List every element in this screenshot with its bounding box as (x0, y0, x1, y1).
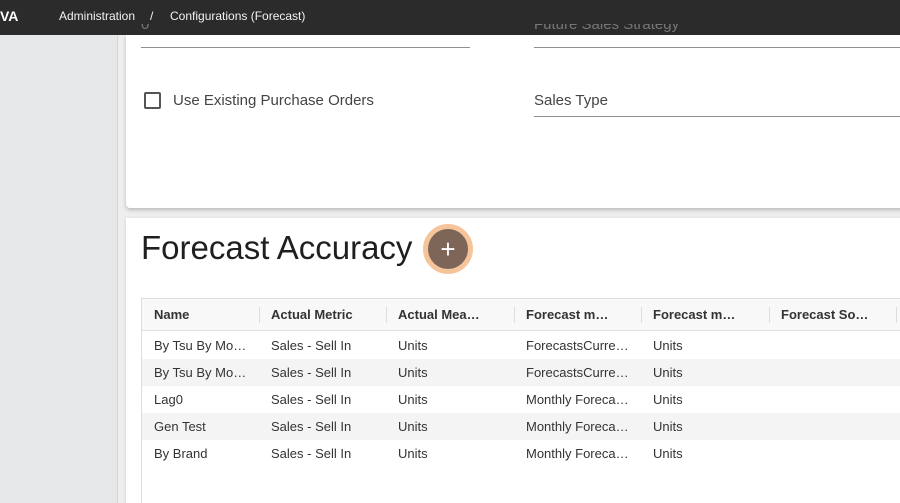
cell-forecast-metric: ForecastsCurre… (526, 365, 629, 380)
column-header-actual-measure[interactable]: Actual Mea… (398, 299, 508, 331)
breadcrumb-administration[interactable]: Administration (59, 9, 135, 23)
cell-actual-measure: Units (398, 446, 428, 461)
forecast-accuracy-table: Name Actual Metric Actual Mea… Forecast … (141, 298, 900, 503)
cell-forecast-source (781, 386, 891, 413)
cell-name: By Brand (154, 446, 208, 461)
column-header-name[interactable]: Name (154, 299, 254, 331)
cell-actual-measure: Units (398, 338, 428, 353)
number-field-underline (141, 47, 470, 48)
use-existing-purchase-orders-label[interactable]: Use Existing Purchase Orders (173, 92, 374, 109)
cell-name: By Tsu By Mo… (154, 365, 247, 380)
cell-forecast-metric: Monthly Foreca… (526, 419, 629, 434)
sidebar-divider (117, 35, 118, 503)
left-sidebar (0, 35, 117, 503)
top-bar: VA Administration / Configurations (Fore… (0, 0, 900, 35)
cell-forecast-measure: Units (653, 446, 683, 461)
breadcrumb-separator: / (150, 9, 154, 23)
add-forecast-accuracy-button[interactable]: + (428, 229, 468, 269)
cell-forecast-measure: Units (653, 338, 683, 353)
table-header: Name Actual Metric Actual Mea… Forecast … (142, 299, 900, 331)
cell-forecast-measure: Units (653, 365, 683, 380)
cell-actual-metric: Sales - Sell In (271, 338, 352, 353)
sales-type-field[interactable] (534, 116, 900, 117)
sales-type-label: Sales Type (534, 92, 608, 109)
plus-icon: + (440, 234, 456, 264)
cell-forecast-source (781, 440, 891, 467)
cell-forecast-source (781, 332, 891, 359)
table-row[interactable]: By Tsu By Mo… Sales - Sell In Units Fore… (142, 332, 900, 359)
cell-actual-measure: Units (398, 365, 428, 380)
cell-name: Lag0 (154, 392, 183, 407)
app-logo: VA (0, 8, 19, 24)
column-header-forecast-source[interactable]: Forecast So… (781, 299, 891, 331)
cell-actual-measure: Units (398, 419, 428, 434)
cell-actual-metric: Sales - Sell In (271, 446, 352, 461)
cell-actual-metric: Sales - Sell In (271, 365, 352, 380)
cell-actual-metric: Sales - Sell In (271, 392, 352, 407)
table-row[interactable]: By Brand Sales - Sell In Units Monthly F… (142, 440, 900, 467)
number-field-value[interactable]: 0 (141, 24, 161, 38)
cell-name: By Tsu By Mo… (154, 338, 247, 353)
cell-forecast-metric: Monthly Foreca… (526, 446, 629, 461)
cell-name: Gen Test (154, 419, 206, 434)
column-divider[interactable] (769, 307, 770, 323)
column-header-forecast-measure[interactable]: Forecast m… (653, 299, 763, 331)
column-header-forecast-metric[interactable]: Forecast m… (526, 299, 636, 331)
future-sales-strategy-field[interactable]: Future Sales Strategy (534, 24, 734, 38)
cell-forecast-metric: Monthly Foreca… (526, 392, 629, 407)
table-row[interactable]: Lag0 Sales - Sell In Units Monthly Forec… (142, 386, 900, 413)
cell-actual-metric: Sales - Sell In (271, 419, 352, 434)
cell-forecast-source (781, 359, 891, 386)
settings-card (126, 35, 900, 208)
column-divider[interactable] (641, 307, 642, 323)
table-row[interactable]: By Tsu By Mo… Sales - Sell In Units Fore… (142, 359, 900, 386)
cell-forecast-measure: Units (653, 392, 683, 407)
cell-forecast-metric: ForecastsCurre… (526, 338, 629, 353)
use-existing-purchase-orders-checkbox[interactable] (144, 92, 161, 109)
cell-forecast-measure: Units (653, 419, 683, 434)
cell-forecast-source (781, 413, 891, 440)
breadcrumb-current: Configurations (Forecast) (170, 9, 306, 23)
column-divider[interactable] (386, 307, 387, 323)
column-divider[interactable] (259, 307, 260, 323)
table-row[interactable]: Gen Test Sales - Sell In Units Monthly F… (142, 413, 900, 440)
column-header-actual-metric[interactable]: Actual Metric (271, 299, 381, 331)
cell-actual-measure: Units (398, 392, 428, 407)
column-divider[interactable] (896, 307, 897, 323)
section-title: Forecast Accuracy (141, 229, 413, 266)
future-sales-strategy-underline (534, 47, 900, 48)
column-divider[interactable] (514, 307, 515, 323)
